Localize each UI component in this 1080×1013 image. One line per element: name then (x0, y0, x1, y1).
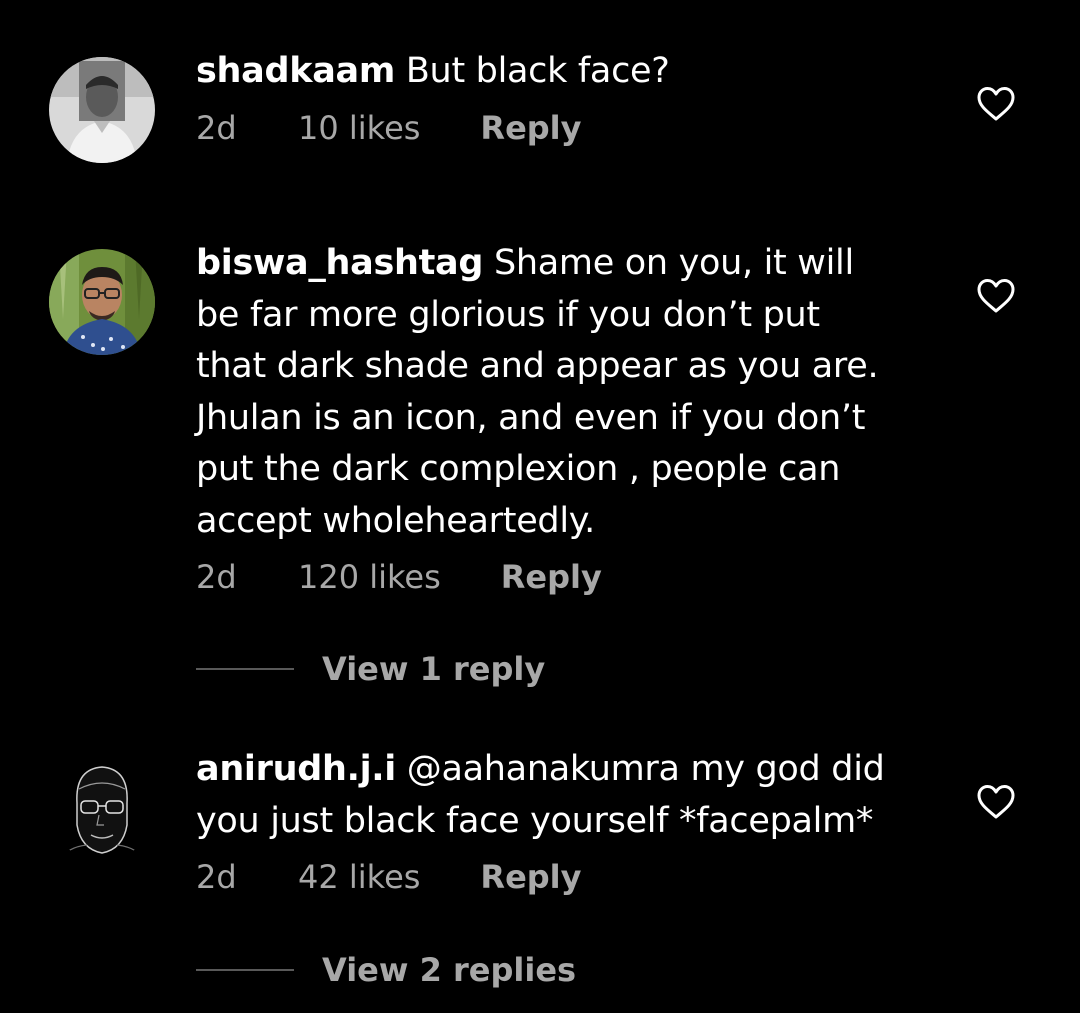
reply-button[interactable]: Reply (480, 108, 581, 148)
comment-text: biswa_hashtag Shame on you, it will be f… (196, 238, 956, 547)
timestamp[interactable]: 2d (196, 108, 298, 148)
profile-photo-man-with-glasses (49, 249, 155, 355)
view-replies-button[interactable]: View 1 reply (196, 649, 545, 689)
comment-message: Shame on you, it will be far more glorio… (196, 243, 879, 541)
avatar[interactable] (49, 57, 155, 163)
reply-thread-line (196, 668, 294, 670)
heart-outline-icon[interactable] (976, 86, 1016, 122)
view-replies-label: View 2 replies (322, 951, 577, 989)
profile-photo-dark-face-outline (49, 755, 155, 861)
profile-photo-grayscale-man (49, 57, 155, 163)
reply-button[interactable]: Reply (480, 857, 581, 897)
likes-count[interactable]: 42 likes (298, 857, 420, 897)
heart-outline-icon[interactable] (976, 278, 1016, 314)
comment-meta: 2d 120 likes Reply (196, 557, 956, 597)
reply-button[interactable]: Reply (501, 557, 602, 597)
heart-outline-icon[interactable] (976, 784, 1016, 820)
reply-thread-line (196, 969, 294, 971)
comment-message: But black face? (405, 51, 670, 91)
avatar[interactable] (49, 249, 155, 355)
view-replies-button[interactable]: View 2 replies (196, 950, 576, 990)
comment-text: shadkaam But black face? (196, 46, 956, 98)
comment-meta: 2d 42 likes Reply (196, 857, 956, 897)
view-replies-label: View 1 reply (322, 650, 546, 688)
timestamp[interactable]: 2d (196, 857, 298, 897)
username[interactable]: biswa_hashtag (196, 243, 483, 283)
comment-meta: 2d 10 likes Reply (196, 108, 956, 148)
comment-text: anirudh.j.i @aahanakumra my god did you … (196, 744, 956, 847)
likes-count[interactable]: 120 likes (298, 557, 441, 597)
avatar[interactable] (49, 755, 155, 861)
username[interactable]: shadkaam (196, 51, 395, 91)
timestamp[interactable]: 2d (196, 557, 298, 597)
username[interactable]: anirudh.j.i (196, 749, 396, 789)
likes-count[interactable]: 10 likes (298, 108, 420, 148)
